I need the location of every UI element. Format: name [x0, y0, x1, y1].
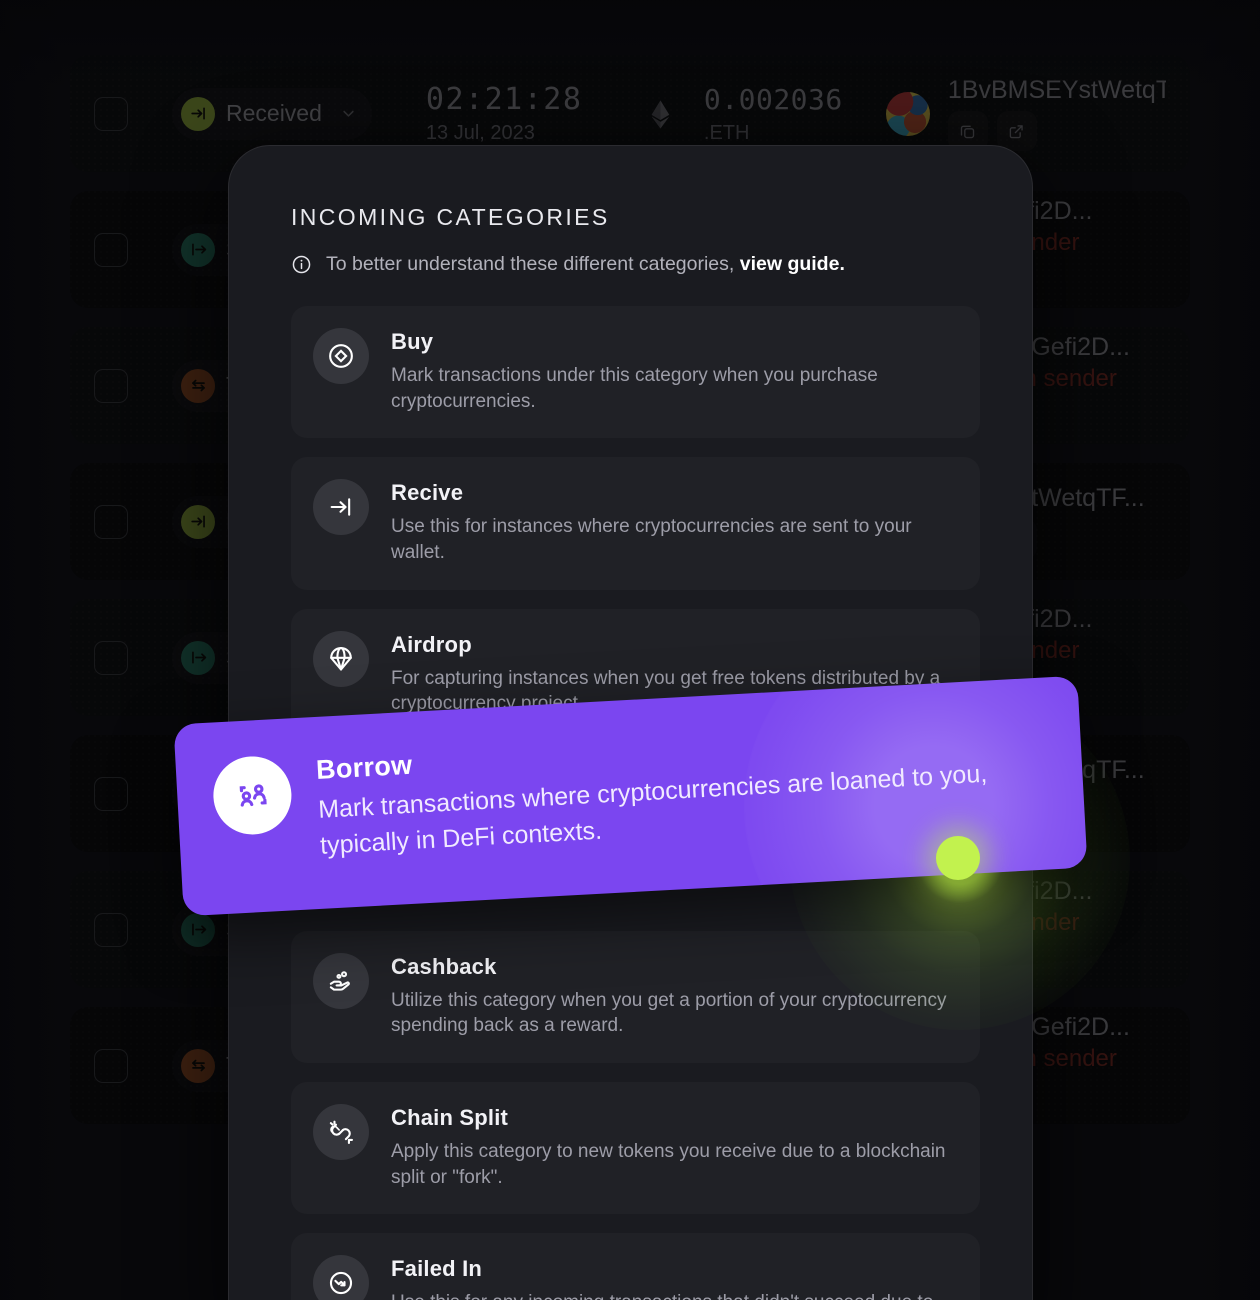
app-root: Received 02:21:28 13 Jul, 2023 0.002036 …	[0, 0, 1260, 1300]
guide-note-prefix: To better understand these different cat…	[326, 253, 735, 275]
category-card-body: Failed In Use this for any incoming tran…	[391, 1255, 956, 1300]
parachute-icon	[313, 630, 369, 687]
arrow-out-of-bar-icon	[181, 232, 215, 267]
arrow-out-of-bar-icon	[181, 640, 215, 675]
category-name: Failed In	[391, 1256, 483, 1282]
transaction-time: 02:21:28 13 Jul, 2023	[426, 82, 641, 145]
page-title: INCOMING CATEGORIES	[291, 204, 610, 230]
borrow-card-body: Borrow Mark transactions where cryptocur…	[315, 715, 1020, 864]
avatar	[885, 91, 930, 136]
trend-down-circle-icon	[313, 1255, 369, 1300]
two-users-icon	[211, 754, 294, 837]
amount-value: 0.002036	[703, 82, 843, 116]
amount-currency: .ETH	[703, 121, 750, 144]
row-checkbox[interactable]	[94, 96, 128, 131]
category-description: Use this for any incoming transactions t…	[391, 1290, 956, 1300]
category-name: Cashback	[391, 953, 497, 979]
swap-arrows-icon	[181, 368, 215, 403]
row-checkbox[interactable]	[94, 640, 128, 675]
row-checkbox[interactable]	[94, 504, 128, 539]
time-value: 02:21:28	[425, 82, 583, 117]
broken-link-icon	[313, 1104, 369, 1161]
row-checkbox[interactable]	[94, 1048, 128, 1083]
arrow-into-bar-icon	[181, 96, 215, 131]
category-description: Utilize this category when you get a por…	[391, 989, 947, 1037]
category-badge[interactable]: Received	[172, 88, 372, 140]
category-card-body: Recive Use this for instances where cryp…	[391, 479, 956, 565]
category-name: Buy	[391, 329, 434, 354]
row-checkbox[interactable]	[94, 232, 128, 267]
chevron-down-icon[interactable]	[339, 104, 358, 123]
transaction-amount: 0.002036 .ETH	[704, 83, 880, 145]
arrow-into-bar-icon	[313, 479, 369, 536]
category-name: Airdrop	[391, 631, 472, 657]
swap-arrows-icon	[181, 1048, 215, 1083]
view-guide-link[interactable]: view guide.	[740, 253, 845, 275]
row-checkbox[interactable]	[94, 912, 128, 947]
diamond-in-circle-icon	[313, 328, 369, 384]
category-card[interactable]: Chain Split Apply this category to new t…	[291, 1082, 980, 1215]
counterparty: 1BvBMSEYstWetqTF...	[948, 76, 1166, 151]
category-card[interactable]: Cashback Utilize this category when you …	[291, 930, 980, 1064]
info-circle-icon	[291, 254, 312, 275]
date-value: 13 Jul, 2023	[425, 122, 535, 144]
row-checkbox[interactable]	[94, 368, 128, 403]
category-card[interactable]: Buy Mark transactions under this categor…	[291, 306, 980, 439]
category-description: Use this for instances where cryptocurre…	[391, 516, 912, 563]
arrow-out-of-bar-icon	[181, 912, 215, 947]
category-card-body: Buy Mark transactions under this categor…	[391, 328, 956, 414]
category-description: Mark transactions under this category wh…	[391, 365, 878, 412]
hand-coins-icon	[313, 952, 369, 1009]
category-card-body: Cashback Utilize this category when you …	[391, 953, 956, 1039]
external-link-icon[interactable]	[997, 111, 1037, 151]
row-checkbox[interactable]	[94, 776, 128, 811]
ethereum-icon	[645, 90, 676, 138]
category-name: Recive	[391, 480, 464, 506]
wallet-address[interactable]: 1BvBMSEYstWetqTF...	[948, 76, 1166, 105]
category-card[interactable]: Failed In Use this for any incoming tran…	[291, 1233, 980, 1300]
guide-note-text: To better understand these different cat…	[326, 253, 845, 276]
category-badge-label: Received	[226, 100, 322, 126]
category-card[interactable]: Recive Use this for instances where cryp…	[291, 457, 980, 590]
guide-note: To better understand these different cat…	[291, 253, 980, 276]
category-name: Chain Split	[391, 1105, 509, 1131]
category-description: Apply this category to new tokens you re…	[391, 1141, 946, 1188]
category-card-body: Chain Split Apply this category to new t…	[391, 1104, 956, 1190]
arrow-into-bar-icon	[181, 504, 215, 539]
